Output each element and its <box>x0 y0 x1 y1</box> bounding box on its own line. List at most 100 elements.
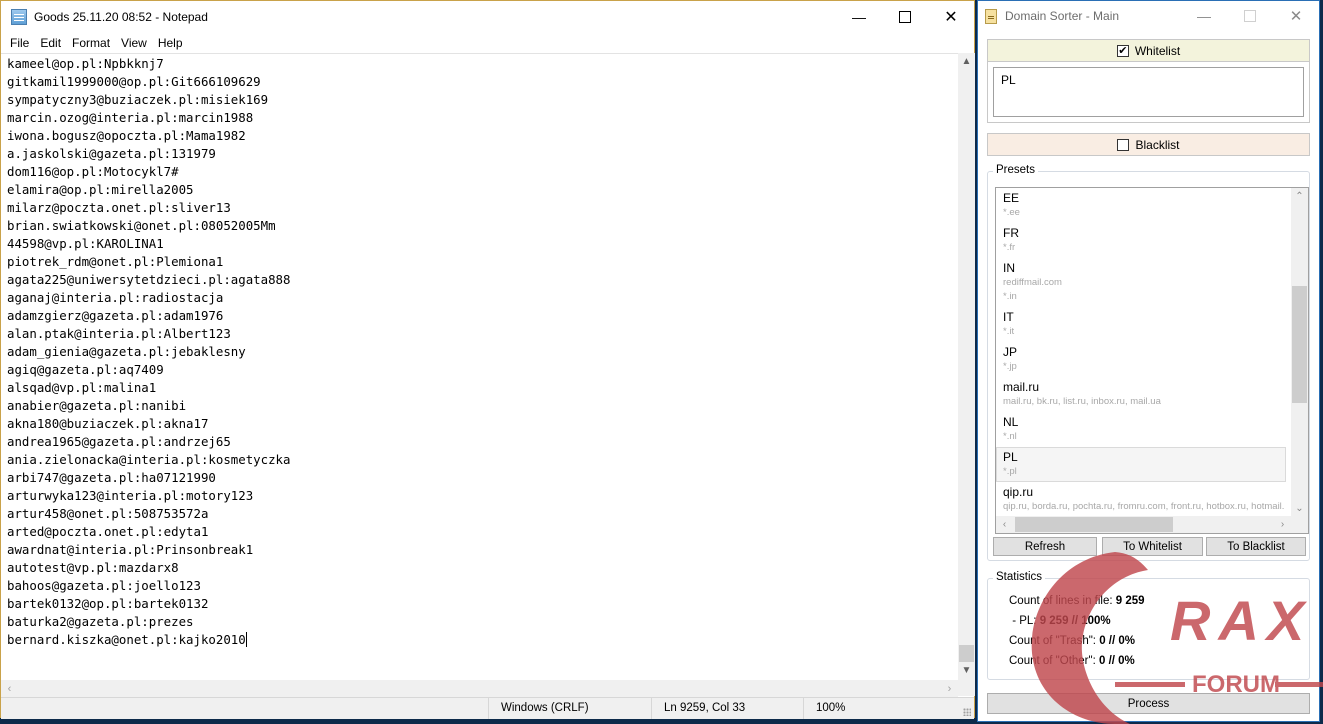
text-line: sympatyczny3@buziaczek.pl:misiek169 <box>7 92 269 107</box>
preset-name: IN <box>1003 261 1015 275</box>
presets-scroll-thumb[interactable] <box>1292 286 1307 403</box>
text-line-content: bernard.kiszka@onet.pl:kajko2010 <box>7 632 246 647</box>
stat-trash-value: 0 // 0% <box>1099 635 1136 647</box>
sorter-maximize-button <box>1227 1 1273 31</box>
stat-pl-value: 9 259 // 100% <box>1039 615 1111 627</box>
stat-lines: Count of lines in file: 9 259 <box>1009 595 1145 607</box>
to-whitelist-button[interactable]: To Whitelist <box>1102 537 1203 556</box>
presets-list[interactable]: EE *.ee FR *.fr IN rediffmail.com *.in IT *.it JP… <box>995 187 1309 534</box>
minimize-button[interactable]: — <box>836 1 882 33</box>
preset-domains: qip.ru, borda.ru, pochta.ru, fromru.com,… <box>1003 501 1286 512</box>
minimize-icon: — <box>1197 8 1211 24</box>
preset-name: IT <box>1003 310 1014 324</box>
presets-vertical-scrollbar[interactable]: ⌃ ⌄ <box>1291 188 1308 517</box>
presets-horizontal-scrollbar[interactable]: ‹ › <box>996 516 1291 533</box>
status-line-ending: Windows (CRLF) <box>488 698 648 719</box>
text-line: andrea1965@gazeta.pl:andrzej65 <box>7 434 231 449</box>
scroll-up-icon[interactable]: ▲ <box>958 53 975 70</box>
maximize-button[interactable] <box>882 1 928 33</box>
scroll-left-icon[interactable]: ‹ <box>1 680 18 697</box>
close-button[interactable]: ✕ <box>928 1 974 33</box>
sorter-title: Domain Sorter - Main <box>1005 9 1120 23</box>
to-blacklist-button[interactable]: To Blacklist <box>1206 537 1306 556</box>
blacklist-checkbox[interactable] <box>1117 138 1130 151</box>
scroll-down-icon[interactable]: ▼ <box>958 662 975 679</box>
stat-trash-label: Count of "Trash": <box>1009 635 1100 647</box>
text-line: elamira@op.pl:mirella2005 <box>7 182 194 197</box>
blacklist-panel: Blacklist <box>987 133 1310 156</box>
whitelist-input[interactable]: PL <box>993 67 1304 117</box>
text-line: bernard.kiszka@onet.pl:kajko2010 <box>7 631 958 649</box>
scroll-thumb[interactable] <box>959 645 974 662</box>
text-line: milarz@poczta.onet.pl:sliver13 <box>7 200 231 215</box>
sorter-title-bar[interactable]: Domain Sorter - Main — ✕ <box>978 1 1319 31</box>
refresh-button[interactable]: Refresh <box>993 537 1097 556</box>
scroll-right-icon[interactable]: › <box>941 680 958 697</box>
status-zoom: 100% <box>803 698 963 719</box>
stat-pl: - PL: 9 259 // 100% <box>1009 615 1111 627</box>
preset-name: mail.ru <box>1003 380 1040 394</box>
whitelist-header[interactable]: ✔ Whitelist <box>988 40 1309 62</box>
text-line: akna180@buziaczek.pl:akna17 <box>7 416 209 431</box>
presets-group: Presets EE *.ee FR *.fr IN rediffmail.com *.in… <box>987 164 1310 561</box>
text-line: kameel@op.pl:Npbkknj7 <box>7 56 164 71</box>
text-line: piotrek_rdm@onet.pl:Plemiona1 <box>7 254 224 269</box>
preset-name: EE <box>1003 191 1020 205</box>
sorter-close-button[interactable]: ✕ <box>1273 1 1319 31</box>
text-line: arted@poczta.onet.pl:edyta1 <box>7 524 209 539</box>
close-icon: ✕ <box>944 9 958 26</box>
close-icon: ✕ <box>1289 8 1303 25</box>
whitelist-checkbox[interactable]: ✔ <box>1116 44 1129 57</box>
chevron-down-icon[interactable]: ⌄ <box>1291 500 1308 517</box>
preset-item[interactable]: mail.ru mail.ru, bk.ru, list.ru, inbox.ru… <box>996 377 1286 412</box>
preset-name: FR <box>1003 226 1019 240</box>
preset-item[interactable]: qip.ru qip.ru, borda.ru, pochta.ru, fromr… <box>996 482 1286 517</box>
menu-bar: File Edit Format View Help <box>1 33 974 53</box>
preset-item[interactable]: EE *.ee <box>996 188 1286 223</box>
text-line: a.jaskolski@gazeta.pl:131979 <box>7 146 216 161</box>
text-line: aganaj@interia.pl:radiostacja <box>7 290 224 305</box>
process-button[interactable]: Process <box>987 693 1310 714</box>
preset-item[interactable]: IN rediffmail.com *.in <box>996 258 1286 307</box>
text-line: bahoos@gazeta.pl:joello123 <box>7 578 201 593</box>
preset-item[interactable]: NL *.nl <box>996 412 1286 447</box>
text-line: ania.zielonacka@interia.pl:kosmetyczka <box>7 452 291 467</box>
text-line: anabier@gazeta.pl:nanibi <box>7 398 187 413</box>
menu-file[interactable]: File <box>10 36 29 50</box>
preset-domains: *.fr <box>1003 242 1016 253</box>
text-editor[interactable]: kameel@op.pl:Npbkknj7 gitkamil1999000@op.… <box>1 53 958 680</box>
notepad-title-bar[interactable]: Goods 25.11.20 08:52 - Notepad — ✕ <box>1 1 974 33</box>
text-line: bartek0132@op.pl:bartek0132 <box>7 596 209 611</box>
preset-item[interactable]: IT *.it <box>996 307 1286 342</box>
editor-content[interactable]: kameel@op.pl:Npbkknj7 gitkamil1999000@op.… <box>1 54 958 649</box>
presets-hscroll-thumb[interactable] <box>1015 517 1173 532</box>
statistics-group: Statistics Count of lines in file: 9 259… <box>987 571 1310 680</box>
chevron-right-icon[interactable]: › <box>1274 516 1291 533</box>
menu-help[interactable]: Help <box>158 36 183 50</box>
blacklist-header[interactable]: Blacklist <box>988 134 1309 155</box>
chevron-up-icon[interactable]: ⌃ <box>1291 188 1308 205</box>
stat-lines-value: 9 259 <box>1115 595 1145 607</box>
menu-format[interactable]: Format <box>72 36 110 50</box>
chevron-left-icon[interactable]: ‹ <box>996 516 1013 533</box>
vertical-scrollbar[interactable]: ▲ ▼ <box>958 53 975 679</box>
text-line: awardnat@interia.pl:Prinsonbreak1 <box>7 542 254 557</box>
preset-item[interactable]: PL *.pl <box>996 447 1286 482</box>
status-bar: Windows (CRLF) Ln 9259, Col 33 100% <box>1 697 974 719</box>
menu-edit[interactable]: Edit <box>40 36 61 50</box>
preset-item[interactable]: JP *.jp <box>996 342 1286 377</box>
sorter-minimize-button[interactable]: — <box>1181 1 1227 31</box>
stat-lines-label: Count of lines in file: <box>1009 595 1116 607</box>
menu-view[interactable]: View <box>121 36 147 50</box>
notepad-icon <box>11 9 27 25</box>
statistics-legend: Statistics <box>993 571 1046 583</box>
blacklist-label: Blacklist <box>1135 137 1180 152</box>
horizontal-scrollbar[interactable]: ‹ › <box>1 679 958 697</box>
resize-grip-icon[interactable] <box>963 708 971 716</box>
text-line: alsqad@vp.pl:malina1 <box>7 380 157 395</box>
preset-domains: *.it <box>1003 326 1015 337</box>
presets-legend: Presets <box>993 164 1038 176</box>
text-line: gitkamil1999000@op.pl:Git666109629 <box>7 74 261 89</box>
status-position: Ln 9259, Col 33 <box>651 698 803 719</box>
preset-item[interactable]: FR *.fr <box>996 223 1286 258</box>
